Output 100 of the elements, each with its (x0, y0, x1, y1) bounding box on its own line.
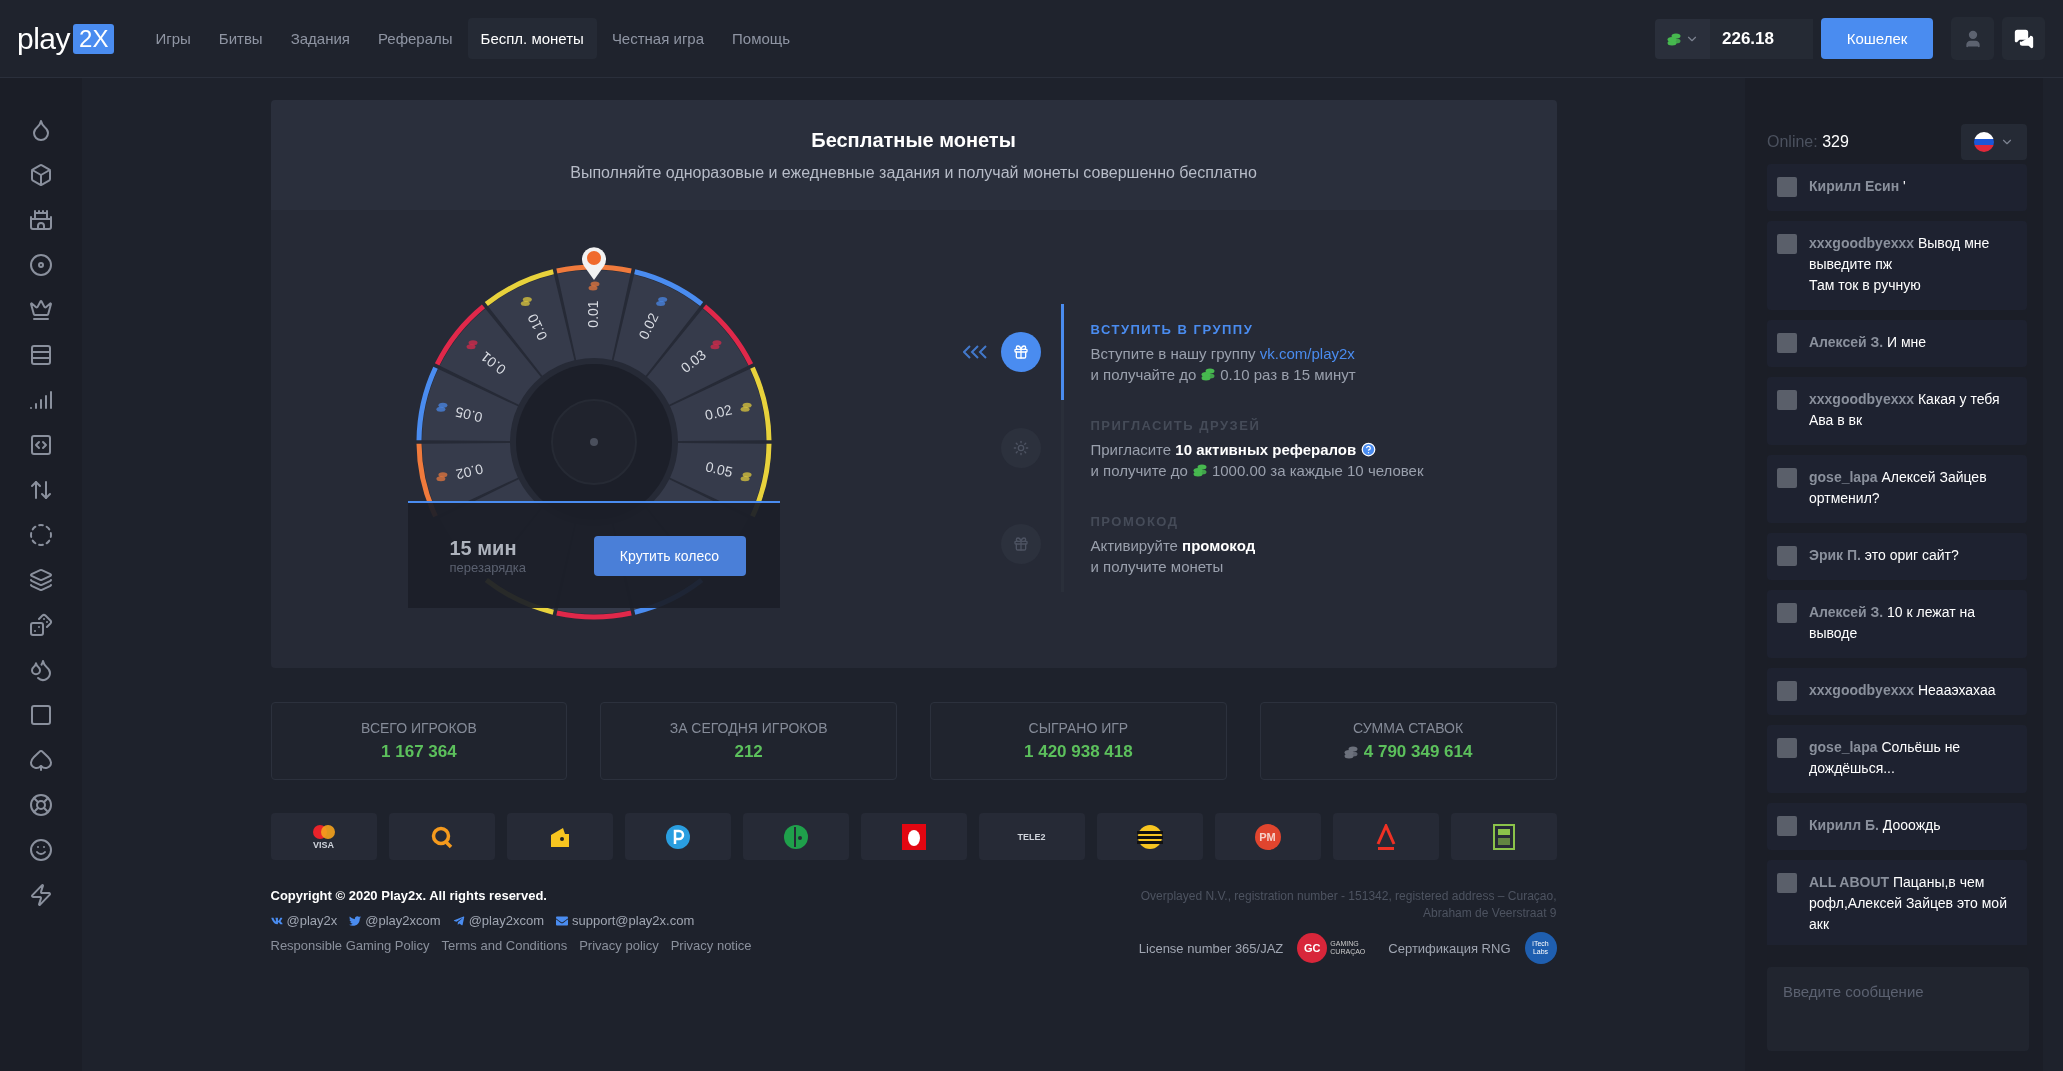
avatar (1777, 390, 1797, 410)
cube-icon[interactable] (29, 163, 53, 187)
message-text: ALL ABOUT Пацаны,в чем рофл,Алексей Зайцев это мой акк (1809, 873, 2008, 934)
page-subtitle: Выполняйте одноразовые и ежедневные задания и получай монеты совершенно бесплатно (570, 163, 1257, 182)
avatar (1777, 546, 1797, 566)
footer-link[interactable]: Privacy policy (579, 938, 659, 953)
bar-chart-icon[interactable] (29, 388, 53, 412)
currency-dropdown[interactable] (1655, 18, 1710, 59)
ring-icon (429, 824, 454, 849)
coins-icon (740, 402, 752, 412)
p-circle-icon (664, 823, 691, 850)
nav-link[interactable]: Задания (277, 18, 363, 59)
avatar (1777, 234, 1797, 254)
segment-value: 0.02 (702, 401, 734, 424)
gift-icon (1012, 536, 1029, 552)
segment-value: 0.05 (453, 403, 484, 426)
sun-icon (1012, 440, 1029, 456)
segment-value: 0.02 (634, 310, 661, 342)
striped-circle-icon (1136, 823, 1163, 850)
egg-icon (901, 823, 926, 850)
arrows-icon[interactable] (29, 478, 53, 502)
language-dropdown[interactable] (1961, 124, 2027, 160)
payment-method-button[interactable] (1450, 813, 1557, 860)
bolt-icon[interactable] (29, 883, 53, 907)
nav-link[interactable]: Беспл. монеты (467, 18, 597, 59)
license-text: License number 365/JAZ (1138, 940, 1284, 956)
coins-icon (1666, 31, 1681, 46)
wheel-icon[interactable] (29, 793, 53, 817)
task-icon-button[interactable] (1000, 332, 1041, 372)
smiley-icon[interactable] (29, 838, 53, 862)
dice-icon[interactable] (29, 613, 53, 637)
segment-value: 0.10 (523, 311, 550, 343)
social-link[interactable]: @play2x (270, 913, 338, 928)
segment-value: 0.01 (584, 300, 601, 328)
wallet-button[interactable]: Кошелек (1821, 18, 1933, 59)
avatar (1777, 603, 1797, 623)
dashed-circle-icon[interactable] (29, 523, 53, 547)
bird-icon (349, 914, 362, 927)
message-text: xxxgoodbyexxx Какая у тебя Ава в вк (1809, 390, 2001, 430)
segment-value: 0.03 (677, 346, 709, 376)
message-text: Кирилл Есин ' (1809, 177, 1906, 196)
nav-link[interactable]: Помощь (719, 18, 803, 59)
payment-method-button[interactable] (1096, 813, 1203, 860)
reward-text: 1000.00 за каждые 10 человек (1211, 461, 1424, 479)
disc-icon[interactable] (29, 253, 53, 277)
message-text: Эрик П. это ориг сайт? (1809, 546, 1959, 565)
nav-link[interactable]: Битвы (205, 18, 276, 59)
card-icon[interactable] (29, 703, 53, 727)
footer-link[interactable]: Terms and Conditions (441, 938, 568, 953)
task-text: и получайте до (1090, 365, 1197, 383)
payment-method-button[interactable]: TELE2 (978, 813, 1085, 860)
coins-icon (740, 472, 752, 482)
crown-icon[interactable] (29, 298, 53, 322)
task-text: Активируйте промокод (1090, 536, 1256, 554)
payment-method-button[interactable]: VISA (270, 813, 377, 860)
payment-method-button[interactable] (624, 813, 731, 860)
phone-circle-icon (782, 823, 809, 850)
coins-icon (1192, 463, 1207, 477)
stat-value: 1 167 364 (381, 742, 457, 762)
stat-value: 1 420 938 418 (1024, 742, 1133, 762)
segment-value: 0.02 (453, 460, 485, 483)
payment-method-button[interactable] (506, 813, 613, 860)
page-title: Бесплатные монеты (811, 128, 1016, 152)
footer-link[interactable]: Responsible Gaming Policy (270, 938, 430, 953)
hub-dot (589, 438, 598, 446)
nav-link[interactable]: Рефералы (364, 18, 466, 59)
logo[interactable]: play 2X (17, 21, 115, 56)
payment-method-button[interactable]: PM (1214, 813, 1321, 860)
social-link[interactable]: @play2xcom (452, 913, 544, 928)
segment-value: 0.01 (477, 348, 509, 378)
group-link[interactable]: vk.com/play2x (1259, 344, 1355, 362)
social-link[interactable]: @play2xcom (349, 913, 441, 928)
spade-icon[interactable] (29, 748, 53, 772)
coins-icon (655, 296, 667, 306)
footer-link[interactable]: Privacy notice (670, 938, 752, 953)
message-input[interactable]: Введите сообщение (1767, 967, 2029, 1051)
envelope-icon (555, 914, 568, 927)
message-text: Алексей З. И мне (1809, 333, 1927, 352)
avatar (1777, 333, 1797, 353)
message-text: gose_lapa Алексей Зайцев ортменил? (1809, 468, 1988, 508)
help-icon[interactable] (1361, 441, 1377, 457)
payment-method-button[interactable] (860, 813, 967, 860)
cards-icon[interactable] (29, 568, 53, 592)
stat-label: ВСЕГО ИГРОКОВ (361, 720, 477, 736)
message-text: Алексей З. 10 к лежат на выводе (1809, 603, 1976, 643)
spin-button[interactable]: Крутить колесо (593, 535, 746, 576)
ladder-icon[interactable] (29, 343, 53, 367)
message-text: gose_lapa Сольёшь не дождёшься... (1809, 738, 1962, 778)
task-text: Пригласите 10 активных рефералов (1090, 440, 1357, 458)
nav-link[interactable]: Игры (142, 18, 204, 59)
profile-button[interactable] (1951, 17, 1994, 60)
chat-button[interactable] (2002, 17, 2045, 60)
payment-method-button[interactable] (388, 813, 495, 860)
castle-icon[interactable] (29, 208, 53, 232)
task-title: ВСТУПИТЬ В ГРУППУ (1090, 321, 1255, 337)
drop-circle-icon[interactable] (29, 658, 53, 682)
coins-icon (435, 402, 447, 412)
nav-link[interactable]: Честная игра (598, 18, 718, 59)
message-text: Кирилл Б. Дооождь (1809, 816, 1941, 835)
social-link[interactable]: support@play2x.com (555, 913, 695, 928)
